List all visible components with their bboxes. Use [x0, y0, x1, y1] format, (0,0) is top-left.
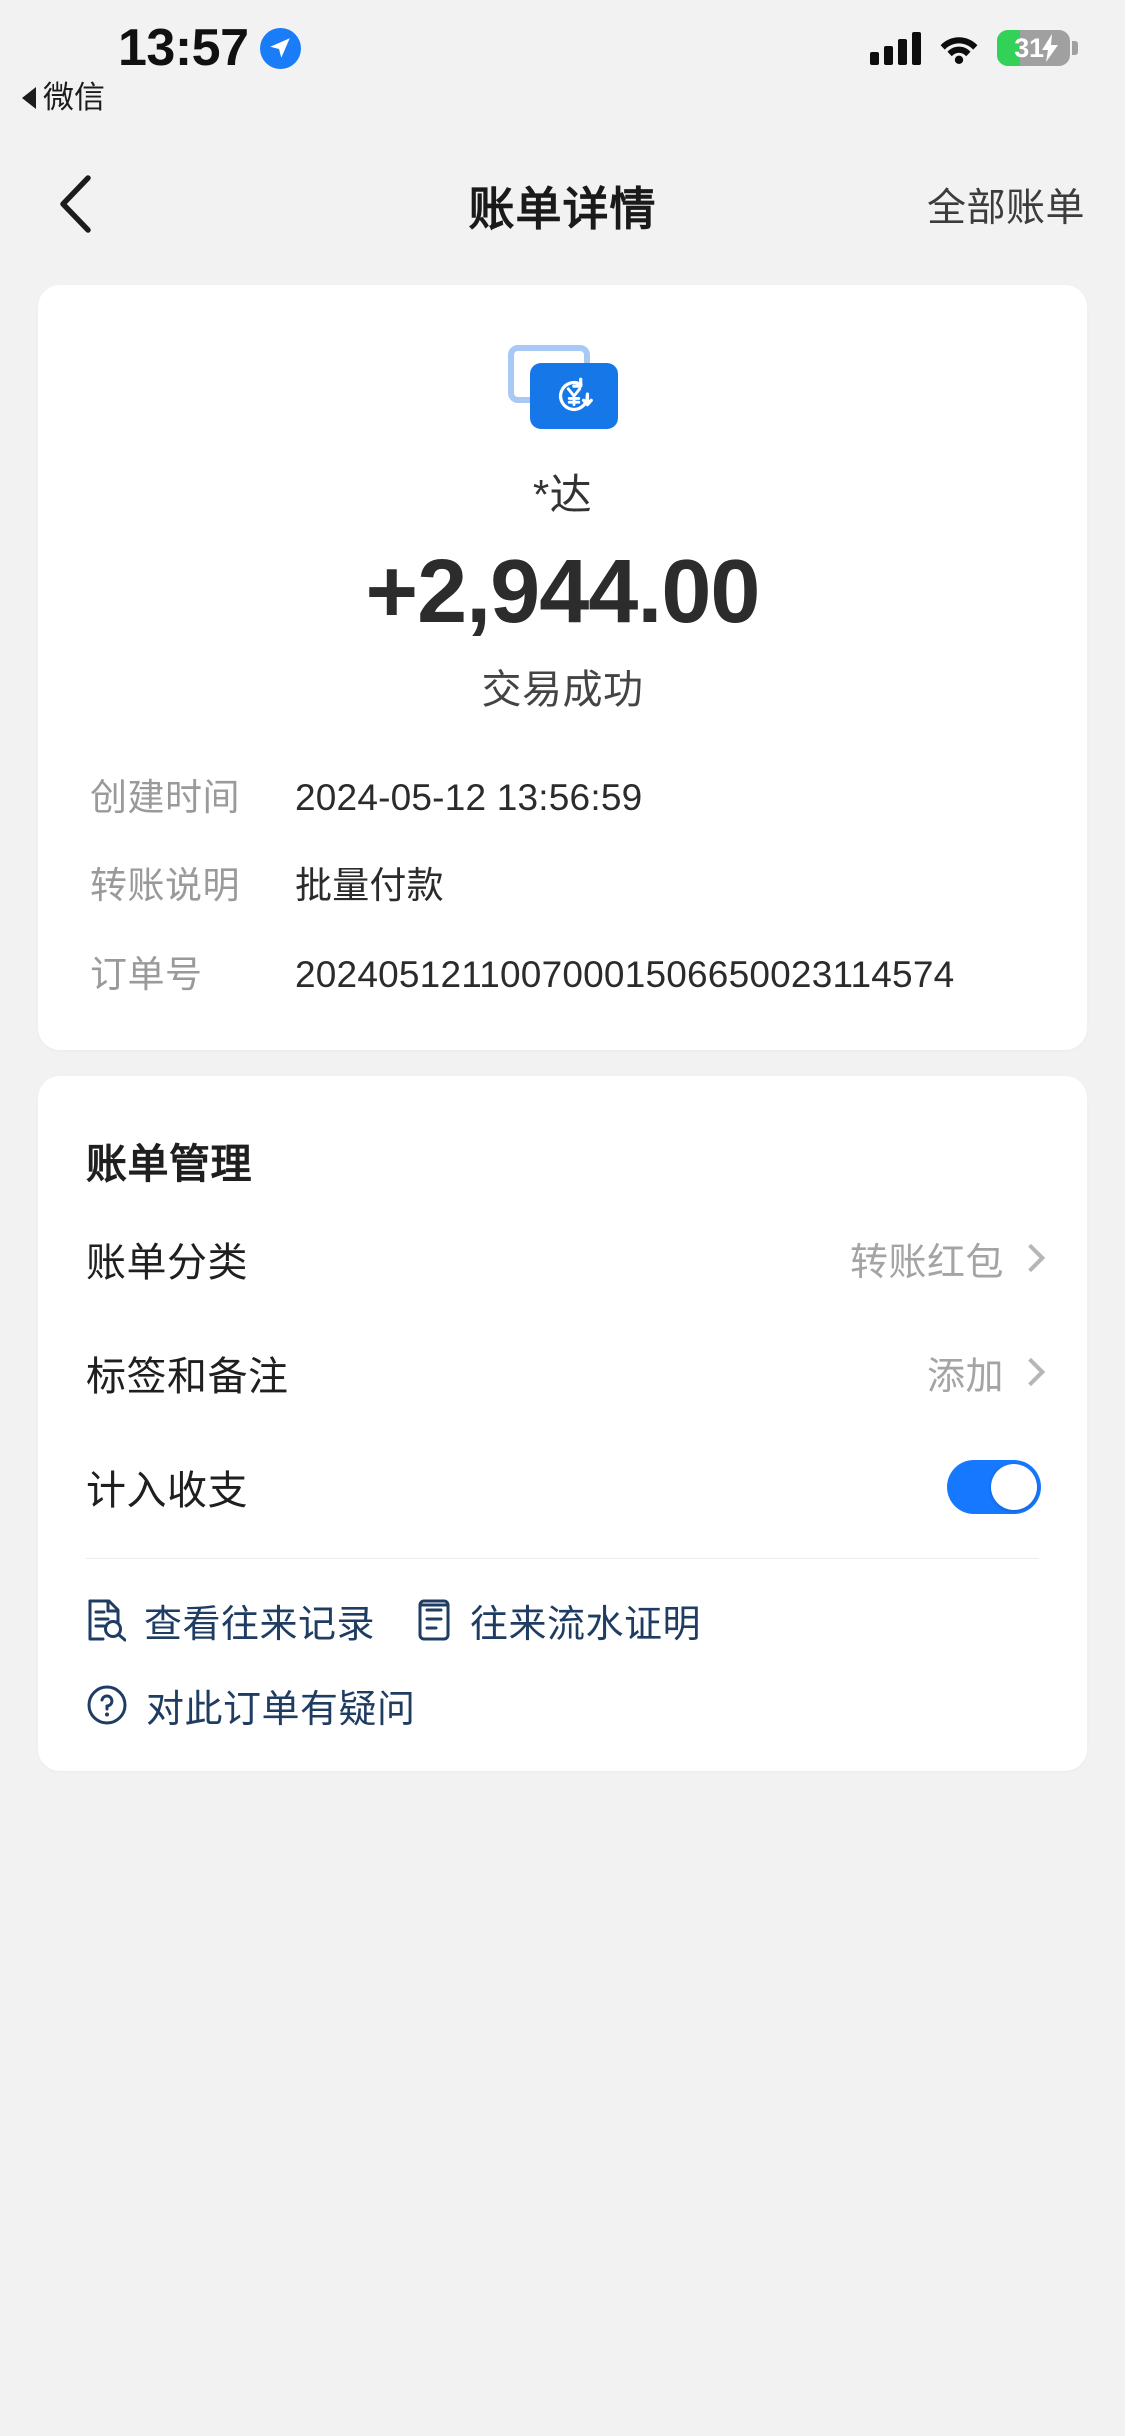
question-circle-icon	[86, 1684, 128, 1726]
row-label: 标签和备注	[86, 1354, 289, 1399]
link-label: 对此订单有疑问	[146, 1688, 416, 1731]
row-bill-category[interactable]: 账单分类 转账红包	[38, 1202, 1087, 1316]
chevron-right-icon	[1016, 1357, 1046, 1387]
row-value: 转账红包	[849, 1242, 1004, 1285]
navigation-bar: 账单详情 全部账单	[0, 145, 1125, 285]
status-bar: 13:57 微信 31	[0, 0, 1125, 145]
link-flow-certificate[interactable]: 往来流水证明	[416, 1593, 701, 1648]
yuan-refresh-icon	[558, 377, 593, 412]
info-label: 创建时间	[90, 777, 240, 819]
row-label: 账单分类	[86, 1240, 248, 1285]
battery-cap	[1072, 41, 1078, 55]
link-label: 往来流水证明	[470, 1603, 702, 1646]
row-label: 计入收支	[86, 1468, 248, 1513]
back-to-app-button[interactable]: 微信	[22, 82, 105, 113]
info-row-order-number: 订单号 20240512110070001506650023114574	[38, 952, 1087, 998]
location-arrow-icon	[259, 27, 301, 69]
transaction-detail-card: *达 +2,944.00 交易成功 创建时间 2024-05-12 13:56:…	[38, 285, 1087, 1050]
row-right: 添加	[926, 1345, 1046, 1400]
links-row-top: 查看往来记录 往来流水证明	[86, 1593, 1039, 1648]
row-tags-and-notes[interactable]: 标签和备注 添加	[38, 1316, 1087, 1430]
section-title: 账单管理	[86, 1140, 252, 1187]
row-right: 转账红包	[849, 1231, 1046, 1286]
info-value: 批量付款	[295, 865, 444, 907]
back-app-label: 微信	[43, 80, 105, 115]
link-order-question[interactable]: 对此订单有疑问	[86, 1678, 416, 1733]
status-bar-time-group: 13:57	[118, 22, 301, 74]
transaction-amount: +2,944.00	[365, 542, 761, 642]
row-include-in-income-expense: 计入收支	[38, 1430, 1087, 1544]
transaction-icon-wrap	[38, 345, 1087, 429]
all-bills-button[interactable]: 全部账单	[927, 177, 1085, 233]
bill-management-card: 账单管理 账单分类 转账红包 标签和备注 添加 计入收支 查看往来记录 往来流水…	[38, 1075, 1087, 1771]
wifi-icon	[940, 37, 978, 64]
links-row-bottom: 对此订单有疑问	[86, 1678, 1039, 1733]
status-bar-indicators: 31	[870, 30, 1078, 66]
link-label: 查看往来记录	[144, 1603, 376, 1646]
include-toggle-switch[interactable]	[947, 1459, 1041, 1514]
status-bar-clock: 13:57	[118, 19, 249, 77]
info-label: 订单号	[90, 953, 203, 995]
toggle-knob	[991, 1463, 1037, 1510]
chevron-right-icon	[1016, 1243, 1046, 1273]
charging-bolt-icon	[1042, 34, 1058, 62]
row-value: 添加	[926, 1356, 1004, 1399]
document-list-icon	[416, 1598, 452, 1642]
back-triangle-icon	[22, 86, 36, 109]
info-label: 转账说明	[90, 865, 240, 907]
info-value: 20240512110070001506650023114574	[295, 953, 955, 995]
transaction-status: 交易成功	[481, 668, 644, 713]
document-search-icon	[86, 1598, 126, 1642]
payee-name: *达	[532, 471, 593, 518]
battery-indicator: 31	[997, 30, 1078, 66]
link-view-records[interactable]: 查看往来记录	[86, 1593, 416, 1648]
transfer-red-packet-icon	[507, 345, 618, 429]
info-row-transfer-note: 转账说明 批量付款	[38, 863, 1087, 909]
info-value: 2024-05-12 13:56:59	[295, 777, 643, 819]
icon-front-card	[529, 363, 618, 429]
info-row-create-time: 创建时间 2024-05-12 13:56:59	[38, 775, 1087, 821]
links-area: 查看往来记录 往来流水证明 对此订单有疑问	[38, 1559, 1087, 1733]
cellular-signal-icon	[870, 31, 921, 65]
